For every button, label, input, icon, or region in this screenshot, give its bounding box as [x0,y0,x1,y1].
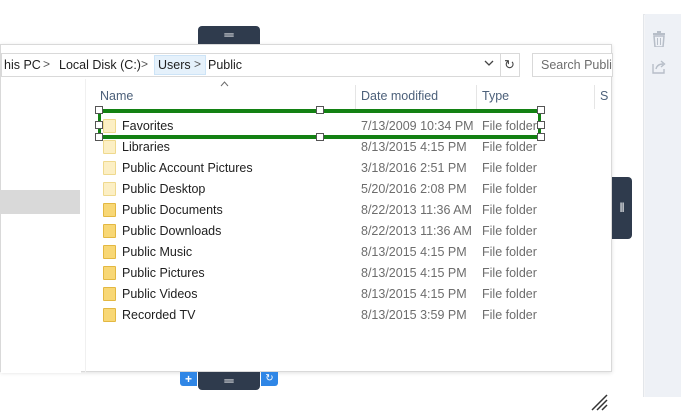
resize-handle-top-left[interactable] [95,106,103,114]
add-block-button[interactable]: + [180,372,197,386]
column-divider[interactable] [355,85,356,109]
folder-icon [103,161,116,175]
file-row[interactable]: Recorded TV 8/13/2015 3:59 PM File folde… [97,305,597,326]
file-row[interactable]: Public Pictures 8/13/2015 4:15 PM File f… [97,263,597,284]
file-name: Public Downloads [122,224,222,238]
file-name: Public Account Pictures [122,161,253,175]
folder-icon [103,245,116,259]
resize-grip-graphic [591,394,608,411]
folder-icon [103,287,116,301]
trash-icon-graphic [653,31,665,48]
file-date: 5/20/2016 2:08 PM [361,182,467,196]
file-date: 3/18/2016 2:51 PM [361,161,467,175]
resize-handle-bottom-right[interactable] [537,133,545,141]
search-input[interactable]: Search Public [532,53,613,77]
pane-divider[interactable] [85,79,86,373]
file-explorer-window: his PC > Local Disk (C:) > Users > Publi… [0,44,613,411]
sort-arrow-graphic [220,81,229,87]
file-type: File folder [482,245,537,259]
file-type: File folder [482,266,537,280]
resize-handle-top[interactable] [316,106,324,114]
folder-icon [103,203,116,217]
resize-handle-right[interactable] [537,121,545,129]
file-row[interactable]: Libraries 8/13/2015 4:15 PM File folder [97,137,597,158]
refresh-button[interactable]: ↻ [500,53,520,77]
address-row: his PC > Local Disk (C:) > Users > Publi… [1,53,613,79]
file-type: File folder [482,161,537,175]
column-divider[interactable] [476,85,477,109]
column-header-name[interactable]: Name [100,89,133,103]
address-bar[interactable]: his PC > Local Disk (C:) > Users > Publi… [1,53,501,77]
folder-icon [103,224,116,238]
replace-button[interactable]: ↻ [261,372,278,386]
file-row[interactable]: Public Desktop 5/20/2016 2:08 PM File fo… [97,179,597,200]
vertical-handle-icon: ‖ [619,200,625,215]
file-type: File folder [482,140,537,154]
top-drag-handle[interactable]: ═ [198,26,260,44]
file-name: Public Pictures [122,266,205,280]
side-drag-handle[interactable]: ‖ [612,177,632,239]
file-date: 8/13/2015 3:59 PM [361,308,467,322]
refresh-icon: ↻ [265,373,274,384]
file-date: 8/13/2015 4:15 PM [361,245,467,259]
drag-handle-icon: ═ [224,373,234,388]
file-name: Public Videos [122,287,198,301]
file-date: 8/13/2015 4:15 PM [361,287,467,301]
nav-selected-item[interactable] [1,190,80,214]
folder-icon [103,182,116,196]
column-header-size[interactable]: S [600,89,608,103]
file-type: File folder [482,203,537,217]
resize-grip-icon[interactable] [590,393,608,411]
breadcrumb-local-disk[interactable]: Local Disk (C:) [59,58,141,72]
resize-handle-top-right[interactable] [537,106,545,114]
share-icon[interactable] [651,60,667,76]
file-name: Public Documents [122,203,223,217]
file-row[interactable]: Public Account Pictures 3/18/2016 2:51 P… [97,158,597,179]
chevron-down-icon[interactable] [484,58,494,70]
file-row[interactable]: Public Videos 8/13/2015 4:15 PM File fol… [97,284,597,305]
breadcrumb-users[interactable]: Users [158,58,191,72]
file-name: Public Music [122,245,193,259]
plus-icon: + [184,372,192,386]
chevron-down-graphic [484,60,494,66]
breadcrumb-public[interactable]: Public [208,58,242,72]
file-date: 8/22/2013 11:36 AM [361,203,472,217]
refresh-icon: ↻ [504,57,515,72]
resize-handle-bottom[interactable] [316,133,324,141]
file-type: File folder [482,308,537,322]
column-header-type[interactable]: Type [482,89,509,103]
sort-ascending-icon [220,79,229,89]
file-type: File folder [482,224,537,238]
chevron-right-icon[interactable]: > [194,57,201,71]
file-type: File folder [482,287,537,301]
folder-icon [103,140,116,154]
resize-handle-left[interactable] [95,121,103,129]
file-name: Public Desktop [122,182,206,196]
column-header-date[interactable]: Date modified [361,89,438,103]
drag-handle-icon: ═ [224,27,234,42]
file-date: 8/13/2015 4:15 PM [361,140,467,154]
file-date: 8/13/2015 4:15 PM [361,266,467,280]
file-row[interactable]: Public Downloads 8/22/2013 11:36 AM File… [97,221,597,242]
screen: his PC > Local Disk (C:) > Users > Publi… [0,0,681,411]
search-placeholder: Search Public [541,58,613,72]
folder-icon [103,308,116,322]
chevron-right-icon[interactable]: > [43,57,50,71]
breadcrumb-this-pc[interactable]: his PC [4,58,41,72]
navigation-pane [1,79,81,373]
column-divider[interactable] [594,85,595,109]
file-row[interactable]: Public Documents 8/22/2013 11:36 AM File… [97,200,597,221]
folder-icon [103,266,116,280]
file-type: File folder [482,182,537,196]
file-date: 8/22/2013 11:36 AM [361,224,472,238]
file-row[interactable]: Public Music 8/13/2015 4:15 PM File fold… [97,242,597,263]
bottom-drag-handle[interactable]: ═ [198,372,260,390]
trash-icon[interactable] [651,31,667,48]
file-name: Libraries [122,140,170,154]
chevron-right-icon[interactable]: > [141,57,148,71]
file-name: Recorded TV [122,308,196,322]
resize-handle-bottom-left[interactable] [95,133,103,141]
share-icon-graphic [652,60,666,74]
